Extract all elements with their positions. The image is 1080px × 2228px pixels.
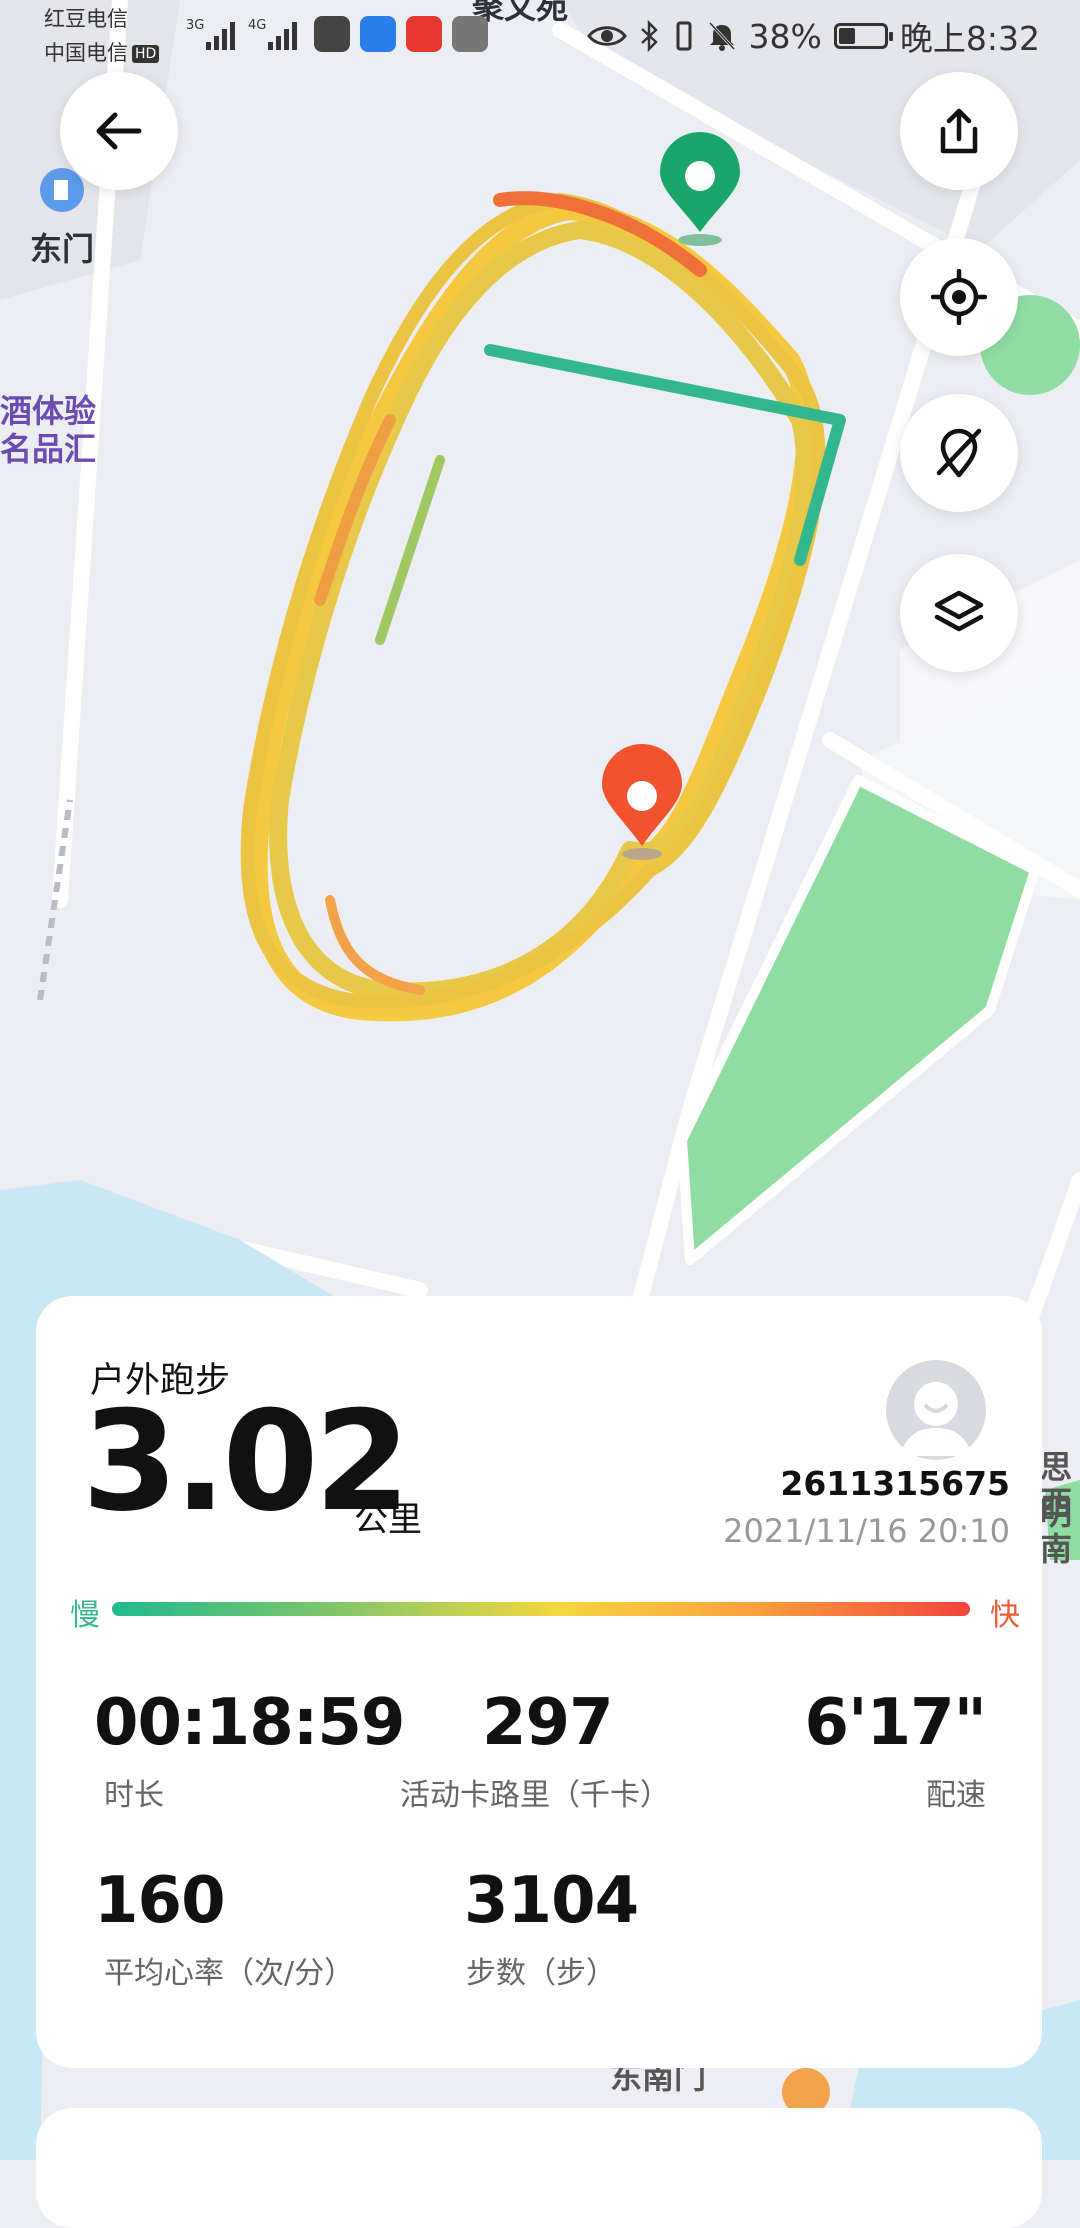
pace-fast-label: 快 [990, 1598, 1020, 1633]
status-bar: 红豆电信 中国电信 HD 3G 4G 38% 晚上8:32 [0, 0, 1080, 72]
duration-label: 时长 [104, 1778, 164, 1813]
steps-label: 步数（步） [466, 1956, 616, 1991]
huawei-icon [452, 16, 488, 52]
pace-value: 6'17" [804, 1686, 987, 1760]
app-notification-icon [360, 16, 396, 52]
vibrate-icon [676, 21, 692, 51]
map-label-east-gate: 东门 [30, 230, 95, 268]
app-notification-icon [406, 16, 442, 52]
locate-button[interactable] [900, 238, 1018, 356]
pace-slow-label: 慢 [70, 1598, 100, 1633]
calories-value: 297 [482, 1686, 614, 1760]
avatar[interactable] [886, 1360, 986, 1460]
bluetooth-icon [640, 20, 658, 52]
locate-icon [931, 269, 987, 325]
hide-track-icon [936, 428, 982, 478]
svg-text:3G: 3G [186, 18, 204, 33]
battery-icon [833, 23, 893, 49]
clock: 晚上8:32 [899, 19, 1040, 58]
layers-button[interactable] [900, 554, 1018, 672]
share-icon [940, 108, 978, 154]
avatar-placeholder-icon [900, 1382, 972, 1456]
hide-track-button[interactable] [900, 394, 1018, 512]
pace-label: 配速 [926, 1778, 986, 1813]
poi-gate-icon [40, 168, 84, 212]
distance-unit: 公里 [354, 1500, 422, 1540]
heart-rate-value: 160 [94, 1864, 226, 1938]
workout-datetime: 2021/11/16 20:10 [723, 1512, 1010, 1550]
eye-icon [586, 26, 627, 46]
share-button[interactable] [900, 72, 1018, 190]
svg-text:4G: 4G [248, 18, 266, 33]
pace-gradient-bar [112, 1602, 970, 1616]
back-button[interactable] [60, 72, 178, 190]
arrow-left-icon [96, 112, 142, 150]
app-notification-icon [314, 16, 350, 52]
status-right: 38% 晚上8:32 [586, 14, 1040, 58]
hd-badge: HD [132, 45, 160, 63]
battery-percent: 38% [748, 16, 822, 56]
map-label-right-2: 西南 [1040, 1484, 1073, 1568]
next-card[interactable] [36, 2108, 1042, 2228]
heart-rate-label: 平均心率（次/分） [104, 1956, 355, 1991]
layers-icon [934, 590, 984, 632]
calories-label: 活动卡路里（千卡） [400, 1778, 670, 1813]
carrier-1: 红豆电信 [44, 7, 128, 31]
signal-4g-icon: 4G [248, 18, 297, 50]
mute-icon [708, 21, 735, 51]
signal-3g-icon: 3G [186, 18, 235, 50]
user-id: 2611315675 [780, 1464, 1010, 1503]
workout-summary-card[interactable]: 户外跑步 3.02 公里 2611315675 2021/11/16 20:10… [36, 1296, 1042, 2068]
carrier-2: 中国电信 HD [44, 38, 160, 68]
steps-value: 3104 [464, 1864, 639, 1938]
map-label-left-2: 名品汇 [0, 430, 97, 468]
duration-value: 00:18:59 [94, 1686, 405, 1760]
